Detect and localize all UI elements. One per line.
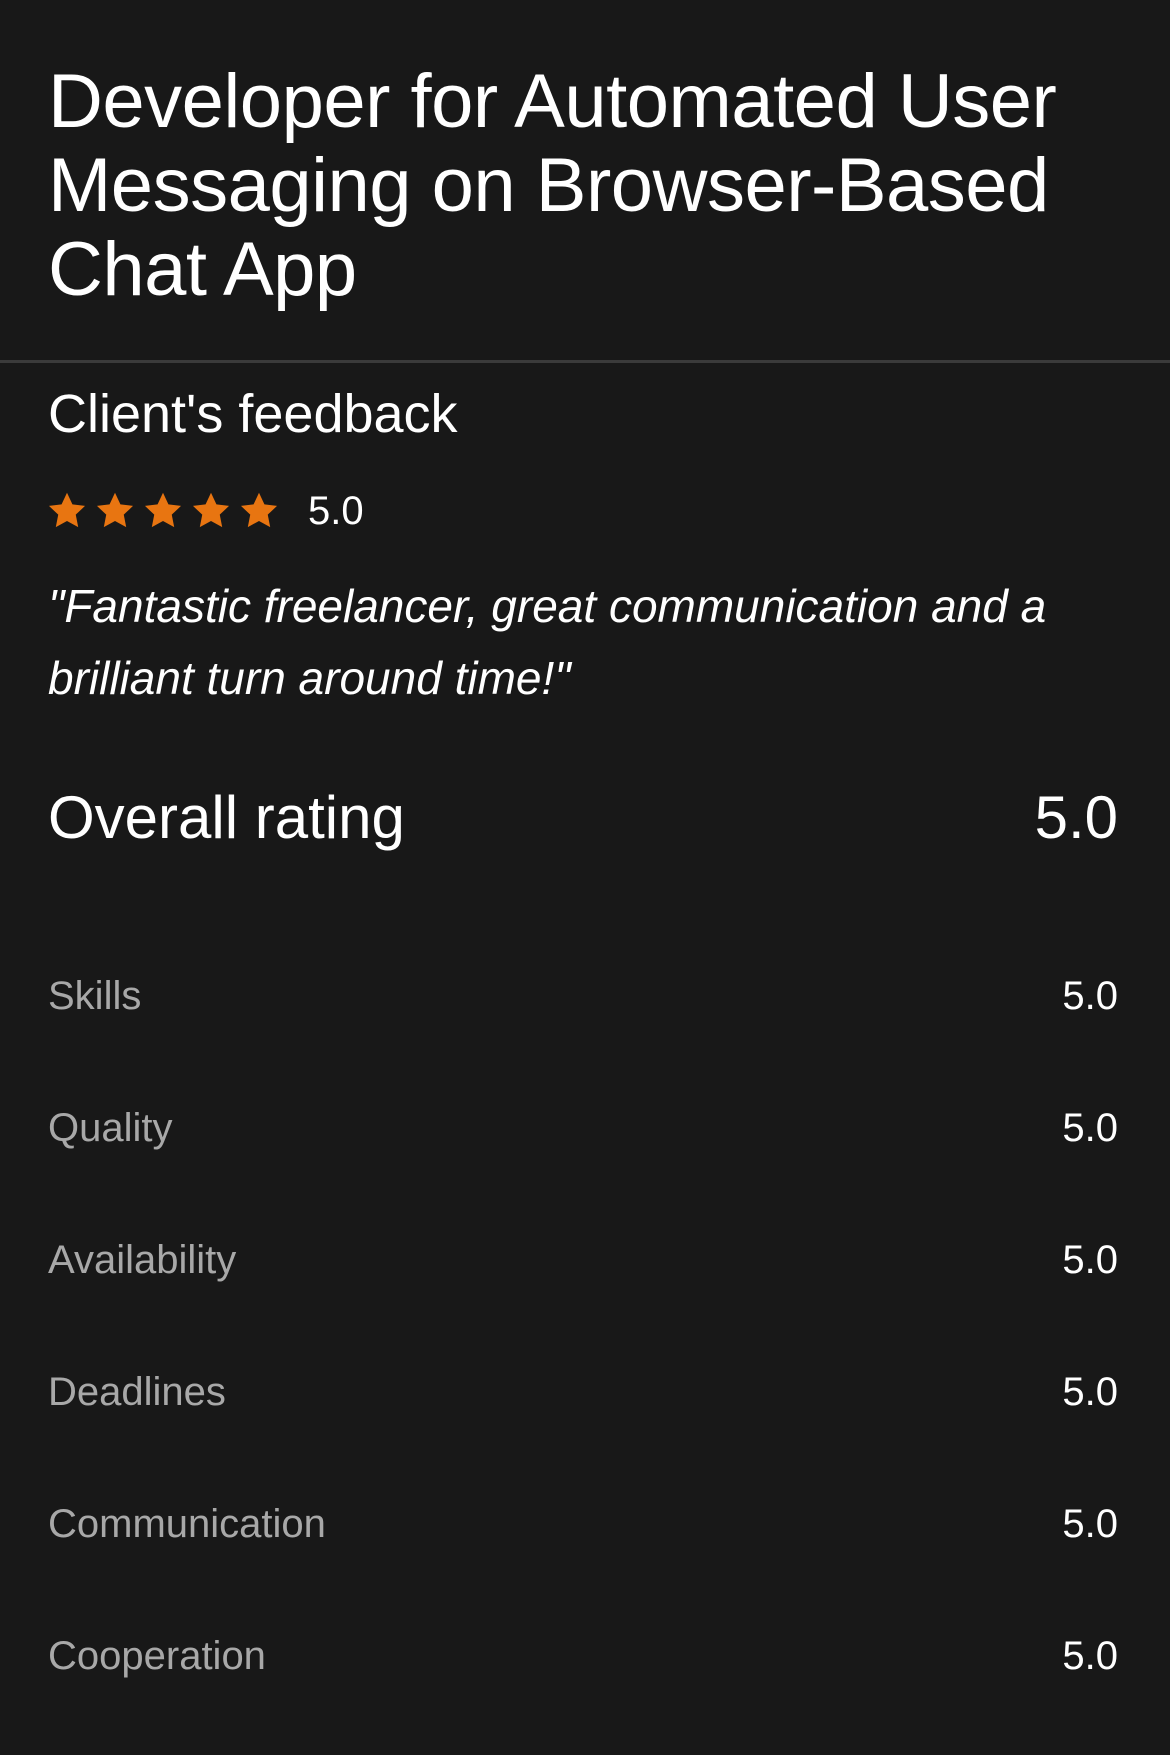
rating-value: 5.0 [1062, 1238, 1118, 1282]
rating-label: Skills [48, 974, 142, 1018]
section-divider [0, 360, 1170, 363]
rating-value: 5.0 [1062, 974, 1118, 1018]
rating-row-deadlines: Deadlines 5.0 [48, 1362, 1118, 1422]
rating-label: Deadlines [48, 1370, 226, 1414]
rating-label: Cooperation [48, 1634, 266, 1678]
overall-rating-label: Overall rating [48, 784, 405, 851]
rating-label: Quality [48, 1106, 173, 1150]
rating-value: 5.0 [1062, 1634, 1118, 1678]
rating-label: Availability [48, 1238, 237, 1282]
rating-row-availability: Availability 5.0 [48, 1230, 1118, 1290]
rating-value: 5.0 [1062, 1106, 1118, 1150]
rating-row-communication: Communication 5.0 [48, 1494, 1118, 1554]
rating-value: 5.0 [1062, 1370, 1118, 1414]
rating-row-cooperation: Cooperation 5.0 [48, 1626, 1118, 1686]
feedback-quote: "Fantastic freelancer, great communicati… [48, 580, 1047, 704]
star-icon [190, 490, 232, 532]
star-icon [46, 490, 88, 532]
rating-row-quality: Quality 5.0 [48, 1098, 1118, 1158]
feedback-heading: Client's feedback [48, 384, 458, 444]
overall-rating-value: 5.0 [1034, 784, 1118, 851]
project-title: Developer for Automated User Messaging o… [48, 59, 1057, 312]
overall-rating-row: Overall rating 5.0 [48, 780, 1118, 856]
rating-label: Communication [48, 1502, 326, 1546]
star-icon [142, 490, 184, 532]
rating-row-skills: Skills 5.0 [48, 966, 1118, 1026]
rating-value: 5.0 [1062, 1502, 1118, 1546]
star-icon [238, 490, 280, 532]
feedback-rating-value: 5.0 [308, 489, 364, 533]
star-rating: 5.0 [46, 484, 364, 538]
star-icon [94, 490, 136, 532]
